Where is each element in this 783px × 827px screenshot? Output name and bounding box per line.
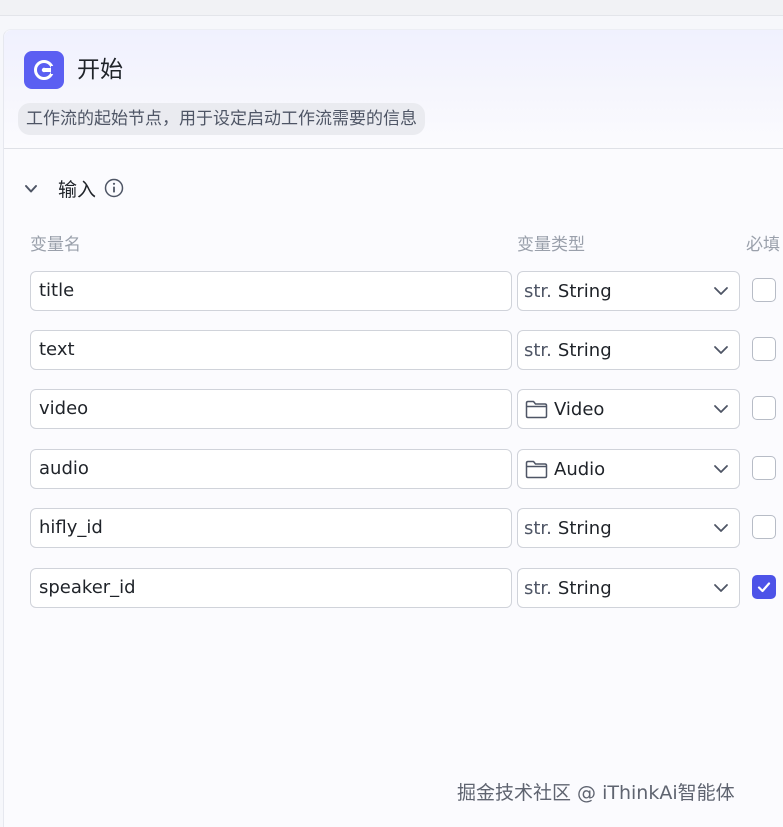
variable-type-select[interactable]: Video [517, 389, 740, 429]
info-circle-icon[interactable] [104, 178, 124, 198]
chevron-down-icon [714, 584, 728, 592]
variable-type-select[interactable]: str. String [517, 568, 740, 608]
variable-row: Video [4, 389, 783, 429]
variable-row: str. String [4, 330, 783, 370]
variable-name-input[interactable] [30, 568, 512, 608]
variable-name-input[interactable] [30, 449, 512, 489]
variable-type-select[interactable]: str. String [517, 271, 740, 311]
required-checkbox-checked[interactable] [752, 575, 776, 599]
section-title: 输入 [58, 178, 97, 201]
variable-name-input[interactable] [30, 389, 512, 429]
string-type-icon: str. [524, 577, 552, 599]
variable-row: Audio [4, 449, 783, 489]
variable-name-input[interactable] [30, 271, 512, 311]
node-title[interactable]: 开始 [77, 54, 123, 86]
type-label: String [557, 339, 612, 361]
chevron-down-icon [714, 465, 728, 473]
column-label-required: 必填 [746, 235, 780, 255]
required-checkbox[interactable] [752, 515, 776, 539]
variable-type-select[interactable]: str. String [517, 330, 740, 370]
required-checkbox[interactable] [752, 278, 776, 302]
required-checkbox[interactable] [752, 337, 776, 361]
folder-icon [525, 460, 548, 478]
string-type-icon: str. [524, 517, 552, 539]
string-type-icon: str. [524, 280, 552, 302]
folder-icon [525, 400, 548, 418]
type-label: String [557, 577, 612, 599]
string-type-icon: str. [524, 339, 552, 361]
type-label: String [557, 517, 612, 539]
type-label: String [557, 280, 612, 302]
start-node-icon [24, 51, 64, 89]
input-section-header[interactable]: 输入 [24, 175, 124, 201]
chevron-down-icon [714, 405, 728, 413]
variable-type-select[interactable]: str. String [517, 508, 740, 548]
chevron-down-icon [714, 346, 728, 354]
required-checkbox[interactable] [752, 396, 776, 420]
start-node-panel: 开始 工作流的起始节点，用于设定启动工作流需要的信息 输入 变量名 变量类型 必… [3, 29, 783, 827]
variable-row: str. String [4, 271, 783, 311]
type-label: Video [554, 398, 605, 420]
chevron-down-icon [714, 287, 728, 295]
node-description[interactable]: 工作流的起始节点，用于设定启动工作流需要的信息 [18, 103, 425, 135]
variable-type-select[interactable]: Audio [517, 449, 740, 489]
checkmark-icon [757, 582, 771, 593]
watermark: 掘金技术社区 @ iThinkAi智能体 [457, 782, 735, 804]
variable-row: str. String [4, 568, 783, 608]
column-label-type: 变量类型 [517, 235, 585, 255]
chevron-down-icon[interactable] [24, 181, 38, 195]
variable-row: str. String [4, 508, 783, 548]
node-header: 开始 工作流的起始节点，用于设定启动工作流需要的信息 [4, 30, 783, 149]
type-label: Audio [554, 458, 606, 480]
required-checkbox[interactable] [752, 456, 776, 480]
top-toolbar-strip [0, 0, 783, 16]
column-label-name: 变量名 [30, 235, 81, 255]
variable-name-input[interactable] [30, 508, 512, 548]
chevron-down-icon [714, 524, 728, 532]
variable-name-input[interactable] [30, 330, 512, 370]
